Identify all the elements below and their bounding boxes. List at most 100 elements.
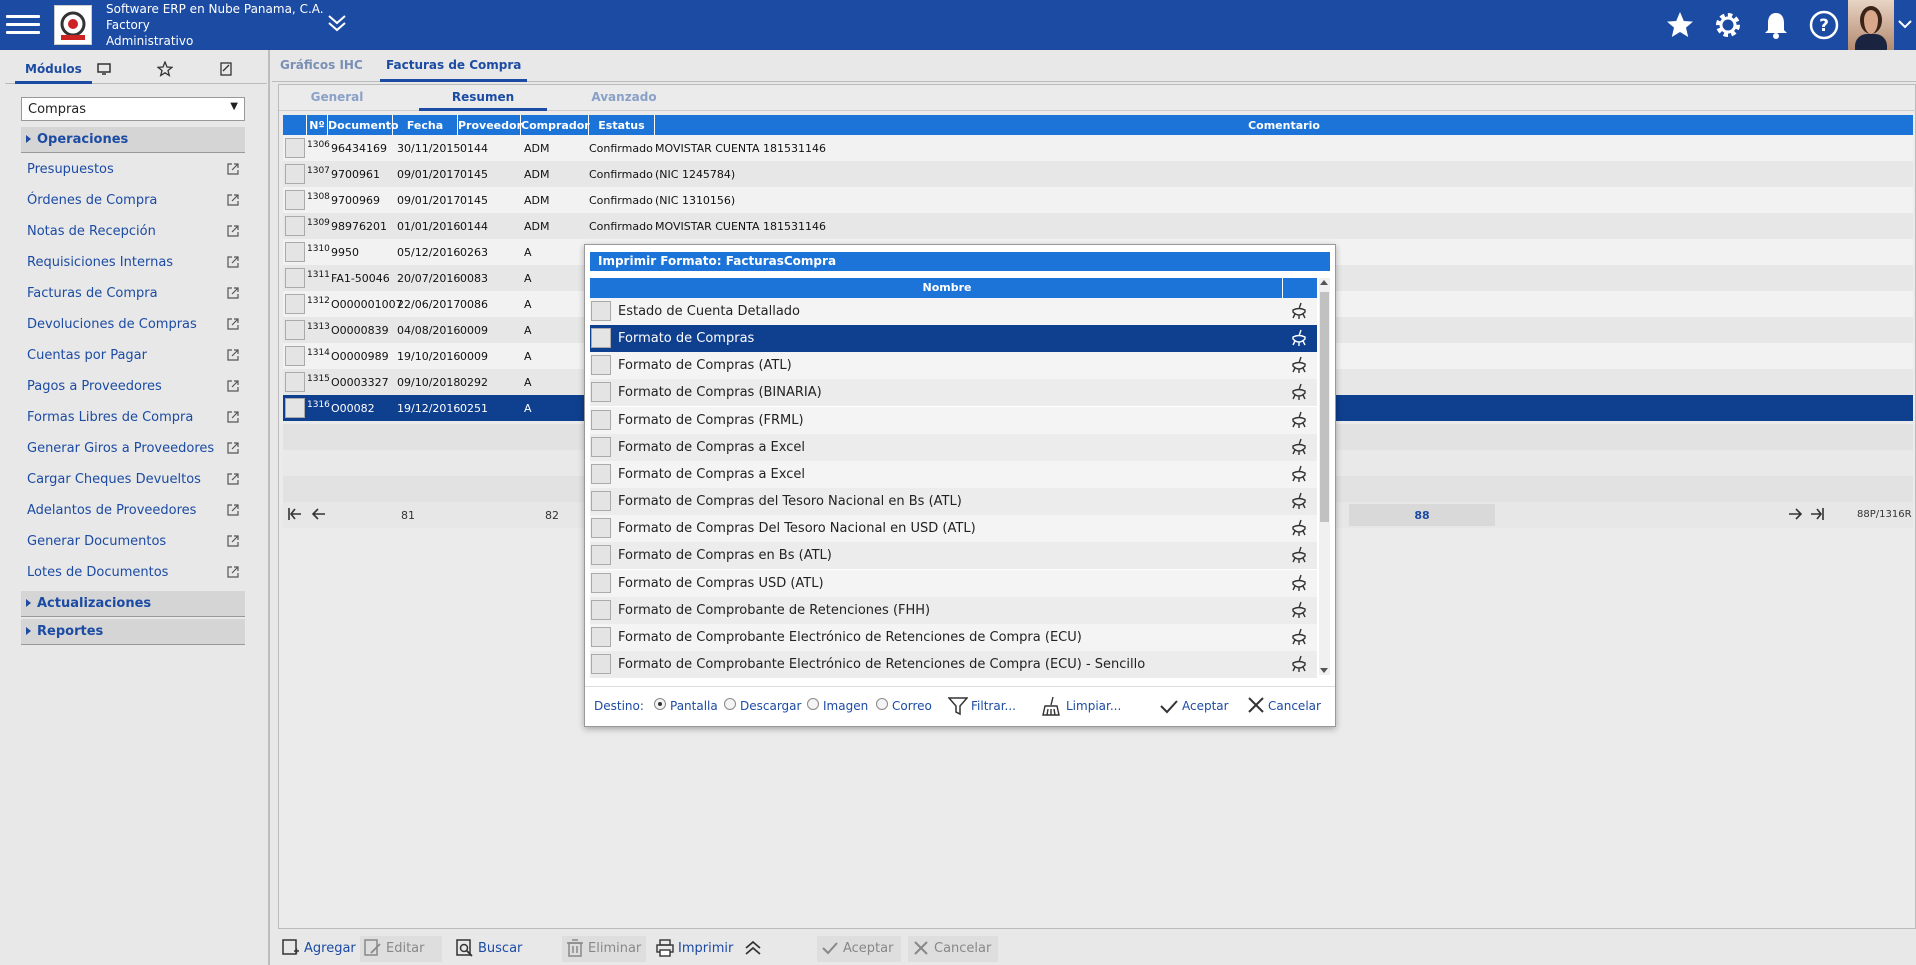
row-checkbox[interactable] [591,328,611,349]
tab-avanzado[interactable]: Avanzado [579,90,669,104]
nav-item[interactable]: Formas Libres de Compra [27,410,239,430]
close-icon[interactable] [1247,696,1265,717]
header-documento[interactable]: Documento [328,115,399,135]
external-link-icon[interactable] [227,287,239,299]
star-icon[interactable] [1664,9,1696,41]
bell-icon[interactable] [1760,9,1792,41]
cancelar-button[interactable]: Cancelar [908,936,998,962]
table-row[interactable]: 1308 9700969 09/01/2017 0145 ADM Confirmado (N… [283,187,1913,213]
row-checkbox[interactable] [591,355,611,376]
broom-icon[interactable] [1290,438,1308,456]
double-chevron-down-icon[interactable] [327,14,347,35]
scroll-down-icon[interactable] [1320,668,1328,673]
row-checkbox[interactable] [591,491,611,512]
row-checkbox[interactable] [285,190,305,210]
scroll-thumb[interactable] [1320,292,1329,522]
tab-graficos-ihc[interactable]: Gráficos IHC [280,58,363,72]
broom-icon[interactable] [1290,519,1308,537]
broom-icon[interactable] [1290,411,1308,429]
nav-item[interactable]: Órdenes de Compra [27,193,239,213]
format-row[interactable]: Formato de Compras USD (ATL) [590,569,1317,597]
external-link-icon[interactable] [227,225,239,237]
tab-modulos[interactable]: Módulos [15,56,92,84]
nav-item[interactable]: Lotes de Documentos [27,565,239,585]
broom-icon[interactable] [1290,302,1308,320]
format-row[interactable]: Formato de Compras (ATL) [590,352,1317,380]
row-checkbox[interactable] [591,409,611,430]
table-row[interactable]: 1309 98976201 01/01/2016 0144 ADM Confirmado M… [283,213,1913,239]
format-row[interactable]: Estado de Cuenta Detallado [590,298,1317,325]
header-comprador[interactable]: Comprador [521,115,590,135]
radio-pantalla[interactable] [654,698,666,710]
double-chevron-up-icon[interactable] [744,940,762,959]
nav-item[interactable]: Cargar Cheques Devueltos [27,472,239,492]
external-link-icon[interactable] [227,535,239,547]
row-checkbox[interactable] [285,294,305,314]
prev-page-icon[interactable] [311,507,327,524]
eliminar-button[interactable]: Eliminar [562,936,646,962]
broom-icon[interactable] [1290,628,1308,646]
nav-item[interactable]: Devoluciones de Compras [27,317,239,337]
scroll-up-icon[interactable] [1320,280,1328,285]
gear-icon[interactable] [1712,9,1744,41]
broom-icon[interactable] [1290,655,1308,673]
row-checkbox[interactable] [591,653,611,674]
format-row[interactable]: Formato de Compras a Excel [590,433,1317,461]
format-row[interactable]: Formato de Comprobante Electrónico de Re… [590,650,1317,678]
format-row[interactable]: Formato de Compras [590,325,1317,353]
radio-correo[interactable] [876,698,888,710]
agregar-button[interactable]: Agregar [278,936,356,962]
external-link-icon[interactable] [227,380,239,392]
correo-label[interactable]: Correo [892,699,932,713]
help-icon[interactable]: ? [1808,9,1840,41]
broom-icon[interactable] [1290,492,1308,510]
section-operaciones[interactable]: Operaciones [21,127,245,153]
module-select[interactable]: Compras ▼ [21,97,245,121]
editar-button[interactable]: Editar [360,936,442,962]
external-link-icon[interactable] [227,566,239,578]
notes-icon[interactable] [219,62,233,90]
filter-icon[interactable] [947,696,969,719]
table-row[interactable]: 1306 96434169 30/11/2015 0144 ADM Confirmado M… [283,135,1913,161]
row-checkbox[interactable] [285,372,305,392]
format-row[interactable]: Formato de Compras (BINARIA) [590,379,1317,407]
header-num[interactable]: Nº [307,115,328,135]
row-checkbox[interactable] [285,164,305,184]
imprimir-button[interactable]: Imprimir [652,936,736,962]
broom-icon[interactable] [1041,696,1061,719]
format-row[interactable]: Formato de Compras (FRML) [590,406,1317,434]
check-icon[interactable] [1159,696,1179,719]
format-row[interactable]: Formato de Comprobante de Retenciones (F… [590,596,1317,624]
external-link-icon[interactable] [227,411,239,423]
monitor-icon[interactable] [97,62,111,90]
header-nombre[interactable]: Nombre [612,281,1282,294]
nav-item[interactable]: Generar Giros a Proveedores [27,441,239,461]
nav-item[interactable]: Generar Documentos [27,534,239,554]
format-row[interactable]: Formato de Compras a Excel [590,460,1317,488]
chevron-down-icon[interactable] [1898,18,1912,33]
format-row[interactable]: Formato de Compras en Bs (ATL) [590,542,1317,570]
nav-item[interactable]: Presupuestos [27,162,239,182]
user-avatar[interactable] [1848,0,1894,50]
buscar-button[interactable]: Buscar [452,936,524,962]
broom-icon[interactable] [1290,383,1308,401]
format-row[interactable]: Formato de Compras del Tesoro Nacional e… [590,488,1317,516]
row-checkbox[interactable] [591,518,611,539]
external-link-icon[interactable] [227,194,239,206]
radio-imagen[interactable] [807,698,819,710]
broom-icon[interactable] [1290,601,1308,619]
row-checkbox[interactable] [591,599,611,620]
row-checkbox[interactable] [285,398,305,418]
row-checkbox[interactable] [285,242,305,262]
row-checkbox[interactable] [285,268,305,288]
external-link-icon[interactable] [227,318,239,330]
row-checkbox[interactable] [285,320,305,340]
external-link-icon[interactable] [227,473,239,485]
row-checkbox[interactable] [591,463,611,484]
descargar-label[interactable]: Descargar [740,699,801,713]
header-proveedor[interactable]: Proveedor [458,115,522,135]
current-page[interactable]: 88 [1349,504,1495,526]
tab-facturas-de-compra[interactable]: Facturas de Compra [380,58,528,82]
section-actualizaciones[interactable]: Actualizaciones [21,591,245,617]
row-checkbox[interactable] [591,626,611,647]
